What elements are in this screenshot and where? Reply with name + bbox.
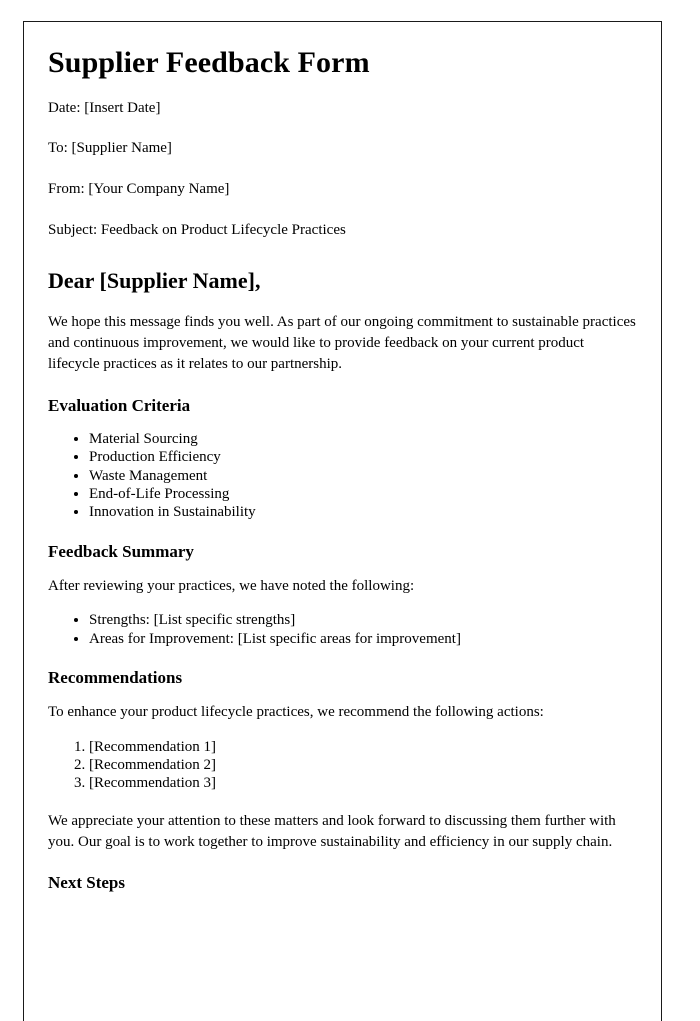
metadata-line-subject: Subject: Feedback on Product Lifecycle P… [48, 221, 346, 238]
closing-paragraph: We appreciate your attention to these ma… [48, 812, 616, 850]
list-item: [Recommendation 3] [89, 774, 637, 792]
salutation-heading: Dear [Supplier Name], [48, 267, 261, 293]
feedback-summary-lead-in: After reviewing your practices, we have … [48, 578, 415, 595]
list-item: Production Efficiency [89, 448, 637, 466]
list-item: End-of-Life Processing [89, 485, 637, 503]
section-heading-feedback-summary: Feedback Summary [48, 541, 194, 561]
evaluation-criteria-list: Material Sourcing Production Efficiency … [48, 430, 637, 521]
section-heading-recommendations: Recommendations [48, 667, 183, 687]
recommendations-list: [Recommendation 1] [Recommendation 2] [R… [48, 738, 637, 793]
metadata-line-to: To: [Supplier Name] [48, 140, 172, 157]
list-item: Waste Management [89, 467, 637, 485]
metadata-line-date: Date: [Insert Date] [48, 99, 161, 116]
list-item: Areas for Improvement: [List specific ar… [89, 630, 637, 648]
list-item: Material Sourcing [89, 430, 637, 448]
document-page: Supplier Feedback Form Date: [Insert Dat… [23, 21, 662, 1021]
feedback-summary-list: Strengths: [List specific strengths] Are… [48, 611, 637, 648]
list-item: [Recommendation 2] [89, 756, 637, 774]
intro-paragraph: We hope this message finds you well. As … [48, 313, 636, 373]
page-title: Supplier Feedback Form [48, 46, 370, 79]
list-item: [Recommendation 1] [89, 738, 637, 756]
recommendations-lead-in: To enhance your product lifecycle practi… [48, 704, 544, 721]
document-metadata-block: Date: [Insert Date] To: [Supplier Name] … [48, 99, 637, 240]
section-heading-next-steps: Next Steps [48, 873, 125, 893]
list-item: Strengths: [List specific strengths] [89, 611, 637, 629]
list-item: Innovation in Sustainability [89, 503, 637, 521]
section-heading-evaluation-criteria: Evaluation Criteria [48, 395, 191, 415]
metadata-line-from: From: [Your Company Name] [48, 181, 230, 197]
